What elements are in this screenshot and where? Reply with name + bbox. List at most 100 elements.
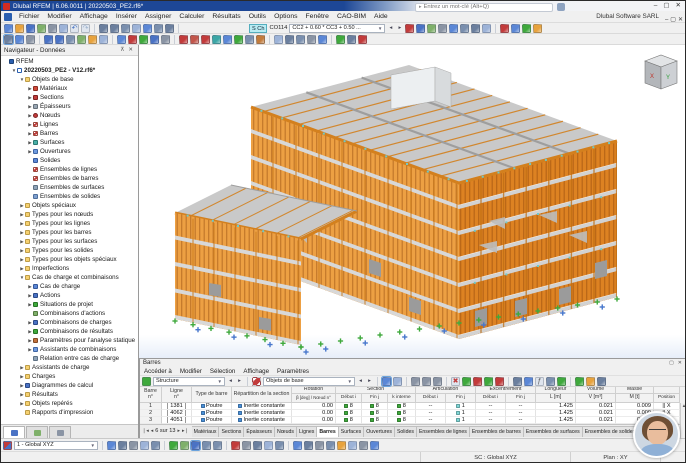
cell-exc_fin[interactable]: --	[506, 410, 536, 417]
search-table-icon[interactable]	[597, 377, 606, 386]
render-mode-icon[interactable]	[143, 24, 152, 33]
new-line-icon[interactable]	[190, 35, 199, 44]
table-tab-sections[interactable]: Sections	[219, 426, 244, 437]
save-icon[interactable]	[26, 24, 35, 33]
insert-row-icon[interactable]	[462, 377, 471, 386]
table-tab-ensembles-de-barres[interactable]: Ensembles de barres	[470, 426, 524, 437]
tree-item-parametres-pour-l-analyse-statique[interactable]: ▶Paramètres pour l'analyse statique	[1, 336, 138, 345]
tree-item-materiaux[interactable]: ▶Matériaux	[1, 84, 138, 93]
formula-icon[interactable]: ƒ	[535, 377, 544, 386]
table-menu-affichage[interactable]: Affichage	[239, 367, 273, 376]
cell-k_interne[interactable]: 8	[388, 417, 416, 424]
tree-item-types-pour-les-n-uds[interactable]: ▶Types pour les nœuds	[1, 210, 138, 219]
table-tab-materiaux[interactable]: Matériaux	[192, 426, 220, 437]
cell-k_interne[interactable]: 8	[388, 403, 416, 410]
view-in-x-icon[interactable]	[128, 35, 137, 44]
sort-rows-icon[interactable]	[524, 377, 533, 386]
navigation-cube[interactable]: X Y	[645, 55, 677, 89]
cell-repartition[interactable]: Inertie constante	[232, 417, 292, 424]
close-button[interactable]: ✕	[677, 17, 684, 23]
spline-draw-icon[interactable]	[275, 441, 284, 450]
table-tab-epaisseurs[interactable]: Épaisseurs	[244, 426, 275, 437]
arc-draw-icon[interactable]	[253, 441, 262, 450]
cell-sec_fin[interactable]: 8	[362, 410, 388, 417]
close-icon[interactable]: ✕	[676, 360, 684, 366]
tree-item-ensembles-de-surfaces[interactable]: Ensembles de surfaces	[1, 183, 138, 192]
user-defined-view-icon[interactable]	[449, 24, 458, 33]
table-row[interactable]: 24062PoutreInertie constante0.00888--1--…	[140, 410, 686, 417]
first-table-button[interactable]: ❘◂	[142, 428, 149, 434]
cell-rotation[interactable]: 0.00	[292, 410, 336, 417]
table-tab-ensembles-de-lignes[interactable]: Ensembles de lignes	[417, 426, 470, 437]
tree-item-imperfections[interactable]: ▶Imperfections	[1, 264, 138, 273]
model-viewport[interactable]: X Y	[139, 45, 686, 358]
tree-item-epaisseurs[interactable]: ▶Épaisseurs	[1, 102, 138, 111]
close-icon[interactable]: ✕	[126, 47, 135, 53]
tree-item-situations-de-projet[interactable]: ▶Situations de projet	[1, 300, 138, 309]
new-node-icon[interactable]	[179, 35, 188, 44]
zoom-window-icon[interactable]	[66, 35, 75, 44]
tree-item-objets-de-base[interactable]: ▼Objets de base	[1, 75, 138, 84]
move-object-icon[interactable]	[285, 35, 294, 44]
cell-rotation[interactable]: 0.00	[292, 417, 336, 424]
cell-ligne[interactable]: 4051	[162, 417, 192, 424]
prev-table-button[interactable]: ◂	[227, 377, 234, 386]
cell-repartition[interactable]: Inertie constante	[232, 410, 292, 417]
cursor-sync-icon[interactable]	[382, 377, 391, 386]
dimensions-display-icon[interactable]	[471, 24, 480, 33]
new-bar-icon[interactable]	[201, 35, 210, 44]
next-table-button[interactable]: ▸	[236, 377, 243, 386]
zoom-out-icon[interactable]	[55, 35, 64, 44]
cell-sec_fin[interactable]: 8	[362, 403, 388, 410]
cell-position[interactable]: || X	[654, 403, 680, 410]
table-row[interactable]: 34051PoutreInertie constante0.00888--1--…	[140, 417, 686, 424]
keyword-search[interactable]: ▸	[415, 3, 553, 12]
polyline-draw-icon[interactable]	[242, 441, 251, 450]
view-in-y-icon[interactable]	[139, 35, 148, 44]
midpoint-snap-icon[interactable]	[151, 441, 160, 450]
tree-item-cas-de-charge[interactable]: ▶Cas de charge	[1, 282, 138, 291]
cell-type[interactable]: Poutre	[192, 417, 232, 424]
undo-icon[interactable]: ↶	[70, 24, 79, 33]
restore-button[interactable]: ▢	[669, 17, 677, 23]
new-model-icon[interactable]	[4, 24, 13, 33]
cell-exc_fin[interactable]: --	[506, 403, 536, 410]
next-category-button[interactable]: ▸	[366, 377, 373, 386]
copy-image-icon[interactable]	[59, 24, 68, 33]
visibility-by-object-icon[interactable]	[511, 24, 520, 33]
view-compact-icon[interactable]	[422, 377, 431, 386]
navigator-tab-display-navigator[interactable]	[26, 426, 48, 438]
tree-item-types-pour-les-lignes[interactable]: ▶Types pour les lignes	[1, 219, 138, 228]
table-tab-ouvertures[interactable]: Ouvertures	[364, 426, 395, 437]
cell-volume[interactable]: 0.021	[576, 410, 616, 417]
panel-toggle-icon[interactable]	[121, 24, 130, 33]
cell-sec_debut[interactable]: 8	[336, 403, 362, 410]
table-group-select[interactable]: Structure▼	[153, 377, 225, 386]
window-layout-icon[interactable]	[132, 24, 141, 33]
selection-filter-icon[interactable]	[500, 24, 509, 33]
menu-fichier[interactable]: Fichier	[15, 11, 43, 23]
cell-longueur[interactable]: 1.425	[536, 403, 576, 410]
menu-calculer[interactable]: Calculer	[175, 11, 208, 23]
saved-views-icon[interactable]	[513, 377, 522, 386]
display-settings-icon[interactable]	[165, 24, 174, 33]
tree-item-combinaisons-de-resultats[interactable]: ▶Combinaisons de résultats	[1, 327, 138, 336]
menu-modifier[interactable]: Modifier	[43, 11, 75, 23]
node-snap-icon[interactable]	[129, 441, 138, 450]
pan-view-icon[interactable]	[77, 35, 86, 44]
table-tab-lignes[interactable]: Lignes	[297, 426, 317, 437]
table-menu-parametres[interactable]: Paramètres	[273, 367, 313, 376]
guidelines-toggle-icon[interactable]	[336, 35, 345, 44]
menu-aide[interactable]: Aide	[370, 11, 392, 23]
building-model-svg[interactable]: X Y	[139, 45, 686, 358]
tree-item-objets-speciaux[interactable]: ▶Objets spéciaux	[1, 201, 138, 210]
mirror-object-icon[interactable]	[307, 35, 316, 44]
cell-sec_debut[interactable]: 8	[336, 417, 362, 424]
print-icon[interactable]	[48, 24, 57, 33]
next-combination-button[interactable]: ▸	[396, 24, 403, 33]
cell-rotation[interactable]: 0.00	[292, 403, 336, 410]
cell-n[interactable]: 3	[140, 417, 162, 424]
cell-repartition[interactable]: Inertie constante	[232, 403, 292, 410]
select-special-icon[interactable]	[26, 35, 35, 44]
tree-item-actions[interactable]: ▶Actions	[1, 291, 138, 300]
